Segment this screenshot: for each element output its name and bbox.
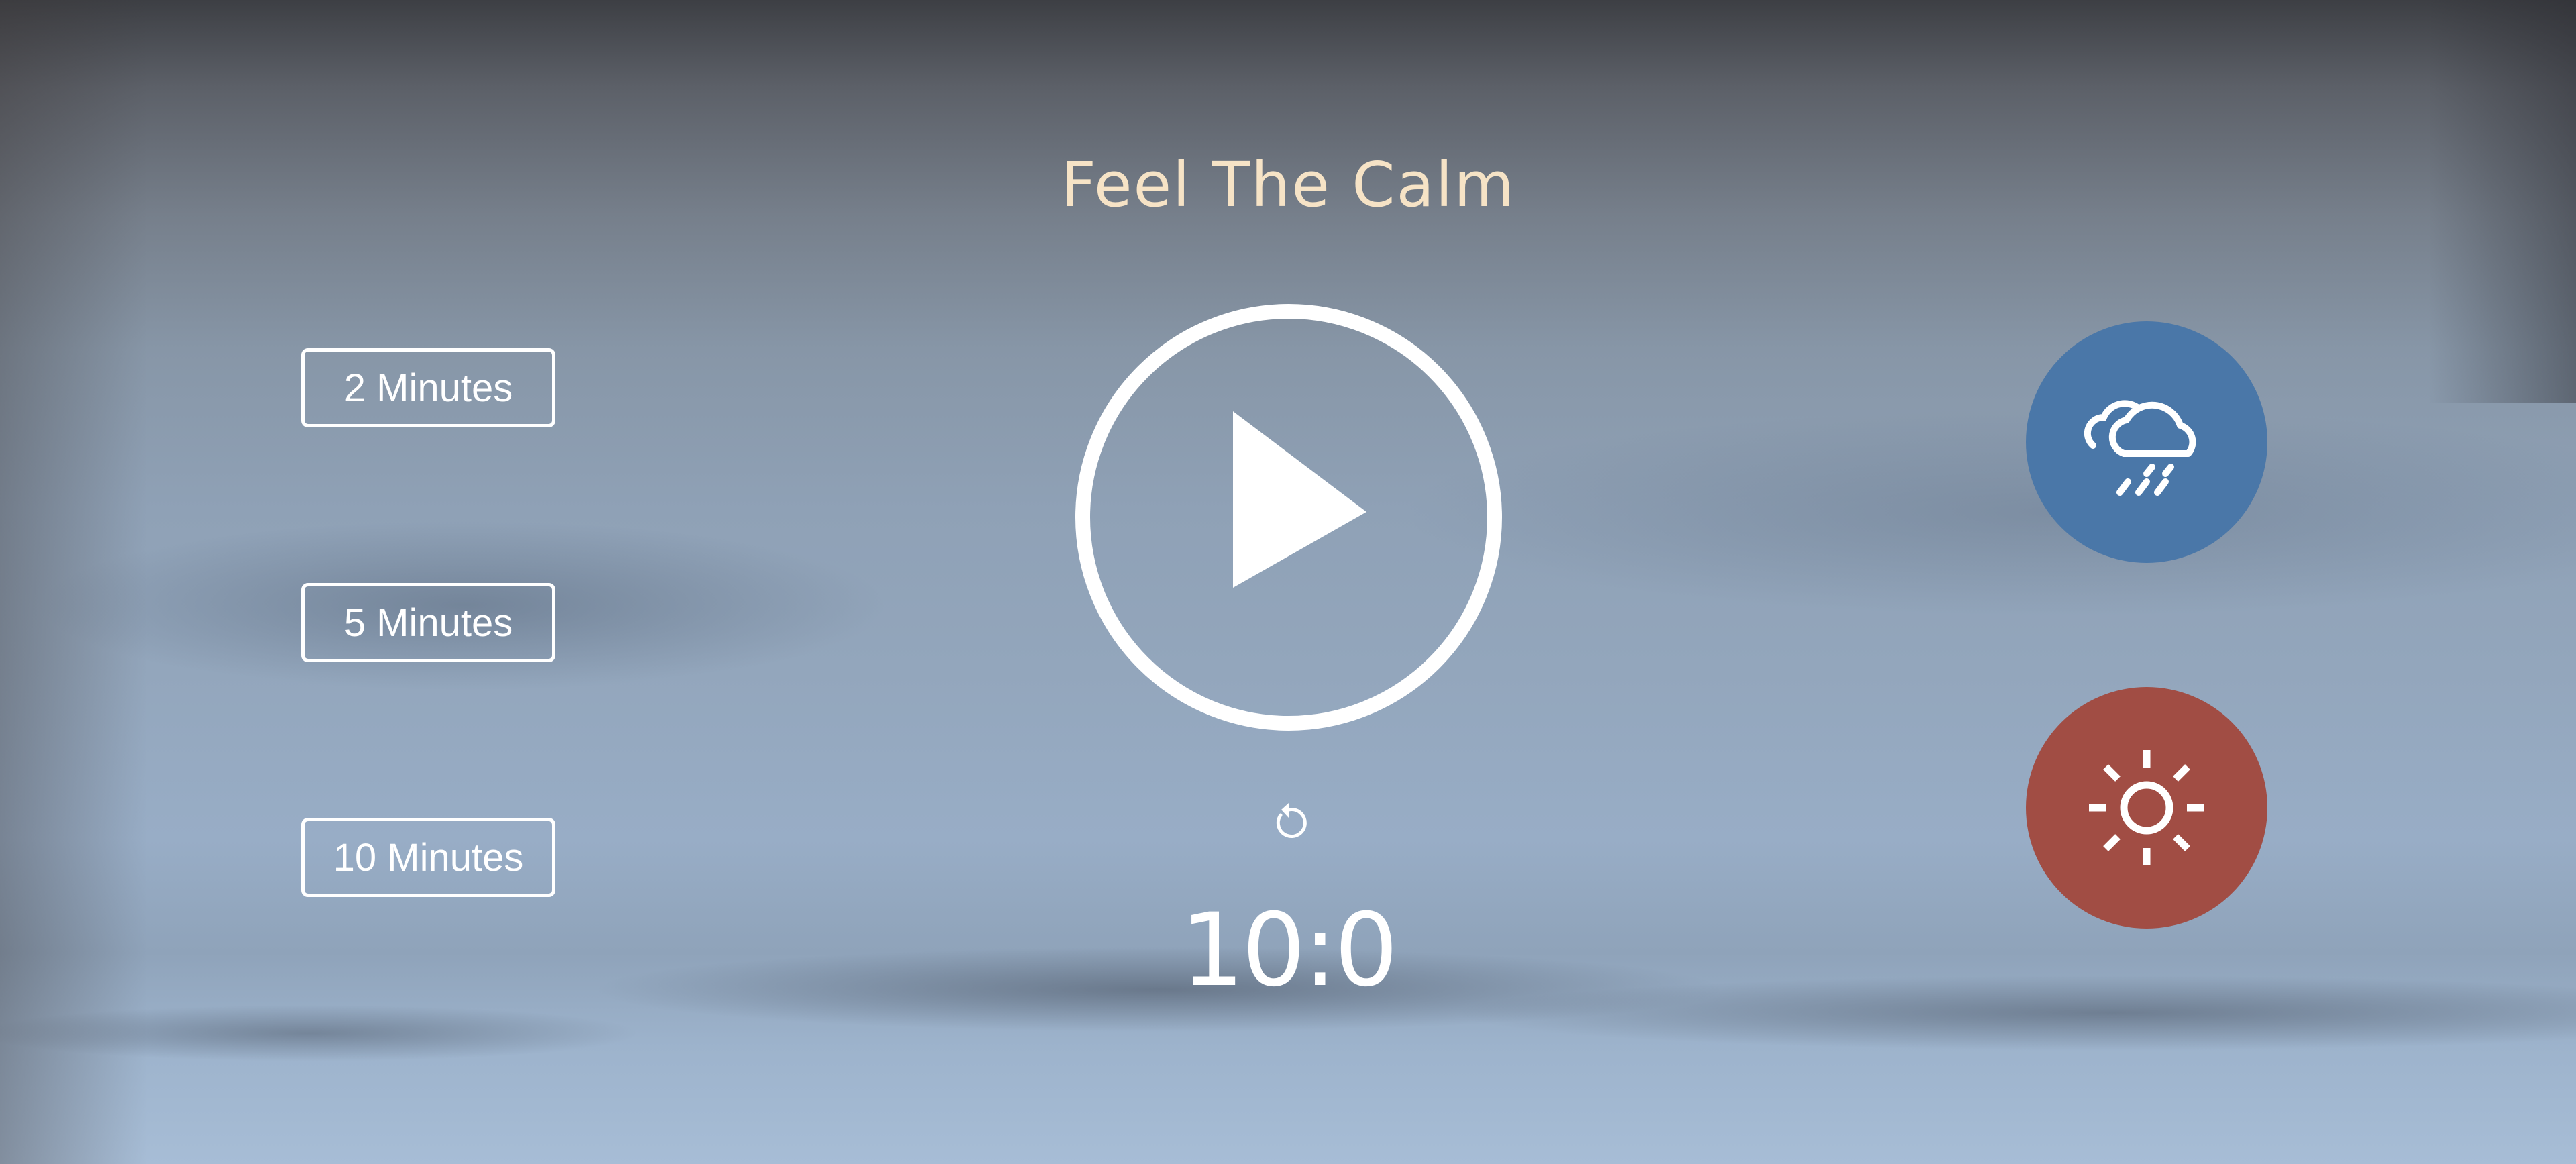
duration-5-minutes-button[interactable]: 5 Minutes	[301, 583, 555, 662]
sun-icon	[2089, 750, 2204, 865]
app-title: Feel The Calm	[1060, 149, 1516, 221]
sun-sound-button[interactable]	[2026, 687, 2267, 929]
rain-sound-button[interactable]	[2026, 321, 2267, 563]
play-button[interactable]	[1075, 304, 1502, 731]
rain-cloud-icon	[2084, 400, 2196, 496]
replay-icon	[1276, 803, 1307, 839]
duration-10-minutes-button[interactable]: 10 Minutes	[301, 818, 555, 897]
play-icon	[1233, 411, 1366, 588]
duration-2-minutes-button[interactable]: 2 Minutes	[301, 348, 555, 427]
replay-button[interactable]	[1267, 800, 1310, 843]
